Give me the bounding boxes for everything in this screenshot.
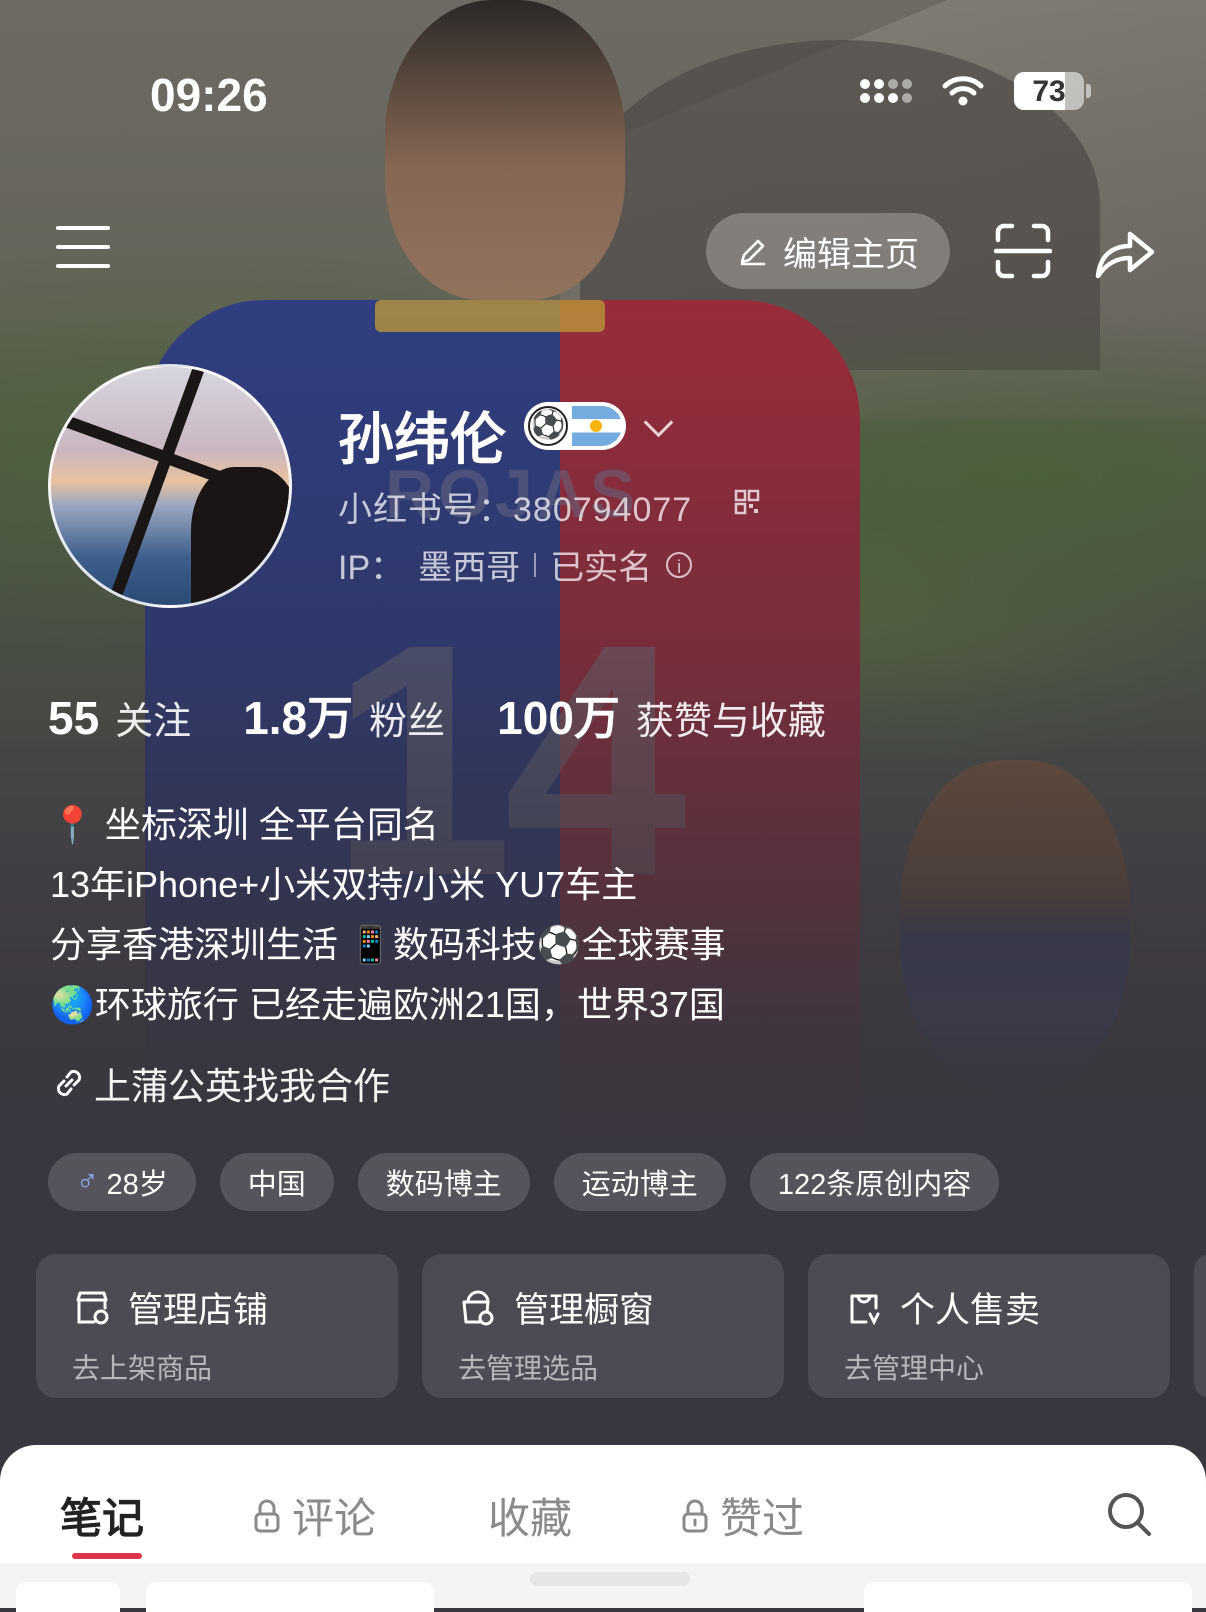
argentina-flag-badge[interactable]: ⚽	[524, 402, 626, 450]
lock-icon	[682, 1499, 708, 1532]
tag-original-content[interactable]: 122条原创内容	[749, 1153, 1000, 1211]
scan-icon[interactable]	[994, 222, 1052, 280]
tag-region: 中国	[219, 1153, 334, 1211]
more-cards-peek[interactable]	[1194, 1254, 1206, 1398]
link-icon	[56, 1069, 82, 1097]
profile-tags: ♂ 28岁 中国 数码博主 运动博主 122条原创内容	[48, 1153, 1000, 1211]
stat-label: 获赞与收藏	[635, 701, 826, 743]
cooperation-link[interactable]: 上蒲公英找我合作	[50, 1056, 390, 1110]
stat-number: 55	[48, 692, 100, 744]
manage-store-card[interactable]: 管理店铺 去上架商品	[36, 1254, 398, 1398]
bio-line: 分享香港深圳生活 📱数码科技⚽全球赛事	[50, 924, 726, 965]
tag-label: 数码博主	[385, 1169, 502, 1201]
battery-icon: 73	[1014, 72, 1091, 110]
tab-label: 评论	[292, 1495, 377, 1542]
tag-label: 122条原创内容	[777, 1169, 972, 1201]
store-icon	[76, 1291, 109, 1324]
tag-sports-blogger: 运动博主	[553, 1153, 726, 1211]
user-id[interactable]: 小红书号：380794077	[338, 482, 692, 531]
active-tab-indicator	[72, 1553, 142, 1559]
tag-label: 运动博主	[581, 1169, 698, 1201]
tag-age: ♂ 28岁	[48, 1153, 196, 1211]
stat-followers[interactable]: 1.8万 粉丝	[243, 682, 445, 748]
tag-digital-blogger: 数码博主	[357, 1153, 530, 1211]
sell-icon	[850, 1294, 880, 1325]
ip-location: 墨西哥	[418, 549, 521, 587]
tab-label: 收藏	[488, 1495, 573, 1542]
verified-label: 已实名	[550, 549, 653, 587]
personal-sales-card[interactable]: 个人售卖 去管理中心	[808, 1254, 1170, 1398]
bio-line: 🌏环球旅行 已经走遍欧洲21国，世界37国	[50, 984, 725, 1025]
manage-showcase-card[interactable]: 管理橱窗 去管理选品	[422, 1254, 784, 1398]
soccer-ball-icon: ⚽	[528, 406, 568, 446]
lock-icon	[254, 1499, 280, 1532]
stat-number: 1.8万	[243, 692, 354, 744]
tag-label: 28岁	[106, 1169, 168, 1201]
bio-line: 📍 坐标深圳 全平台同名	[50, 804, 439, 845]
card-subtitle: 去管理中心	[844, 1353, 985, 1384]
service-cards: 管理店铺 去上架商品 管理橱窗 去管理选品 个人售卖 去管理中心	[36, 1254, 1170, 1398]
tab-label: 赞过	[720, 1495, 805, 1542]
status-icons: 73	[860, 72, 1091, 110]
card-title: 个人售卖	[900, 1291, 1041, 1330]
ip-info: IP： 墨西哥 已实名 i	[338, 540, 693, 589]
content-tabs: 笔记 评论 收藏 赞过	[0, 1445, 1206, 1563]
edit-profile-button[interactable]: 编辑主页	[706, 213, 950, 289]
profile-name: 孙纬伦	[338, 408, 506, 471]
avatar[interactable]	[48, 364, 292, 608]
qr-code-icon[interactable]	[734, 489, 760, 515]
male-icon: ♂	[76, 1165, 99, 1198]
stat-label: 粉丝	[369, 701, 446, 743]
stat-number: 100万	[497, 692, 620, 744]
tab-collections[interactable]: 收藏	[488, 1485, 572, 1546]
edit-profile-label: 编辑主页	[783, 235, 919, 274]
stat-likes-collections[interactable]: 100万 获赞与收藏	[497, 682, 826, 748]
tag-label: 中国	[247, 1169, 306, 1201]
card-subtitle: 去管理选品	[458, 1353, 599, 1384]
card-title: 管理店铺	[128, 1291, 269, 1330]
tab-comments[interactable]: 评论	[252, 1485, 376, 1546]
battery-level: 73	[1032, 75, 1066, 108]
ip-label: IP：	[338, 549, 405, 587]
stat-following[interactable]: 55 关注	[48, 690, 191, 745]
cooperation-link-label: 上蒲公英找我合作	[94, 1066, 390, 1107]
info-icon[interactable]: i	[666, 551, 693, 578]
share-icon[interactable]	[1094, 224, 1156, 280]
pencil-icon	[740, 239, 766, 266]
profile-bio: 📍 坐标深圳 全平台同名 13年iPhone+小米双持/小米 YU7车主 分享香…	[50, 795, 726, 1035]
bio-line: 13年iPhone+小米双持/小米 YU7车主	[50, 864, 638, 905]
profile-stats: 55 关注 1.8万 粉丝 100万 获赞与收藏	[48, 682, 878, 748]
divider	[534, 552, 537, 577]
pull-indicator	[530, 1572, 690, 1586]
card-subtitle: 去上架商品	[72, 1353, 213, 1384]
search-icon[interactable]	[1104, 1489, 1154, 1539]
cellular-signal-icon	[860, 79, 912, 103]
showcase-icon	[462, 1290, 494, 1325]
menu-icon[interactable]	[56, 226, 110, 268]
status-time: 09:26	[150, 69, 268, 121]
card-title: 管理橱窗	[514, 1291, 655, 1330]
wifi-icon	[942, 76, 984, 106]
tab-notes[interactable]: 笔记	[60, 1485, 144, 1546]
stat-label: 关注	[115, 701, 192, 743]
tab-liked[interactable]: 赞过	[680, 1485, 804, 1546]
tab-label: 笔记	[60, 1495, 145, 1542]
